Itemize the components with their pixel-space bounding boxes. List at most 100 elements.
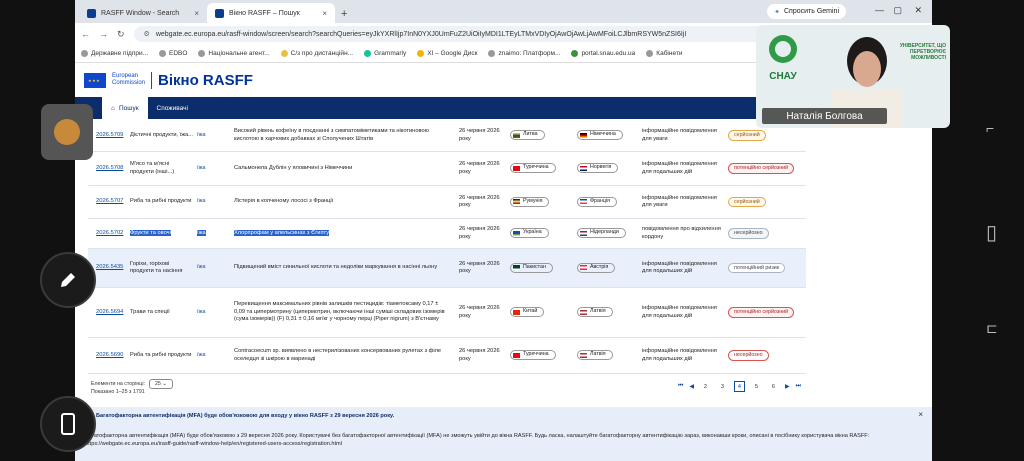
eu-flag-icon: [84, 72, 106, 88]
country-badge: Латвія: [577, 307, 613, 317]
country-name: Туреччина: [523, 164, 549, 171]
side-tool-icon[interactable]: ⊏: [986, 320, 1004, 338]
rotate-screen-button[interactable]: [40, 396, 96, 452]
reference-link[interactable]: 2026.5690: [88, 352, 125, 360]
table-row[interactable]: 2026.5707 Риба та рибні продукти їжа Лістер…: [88, 186, 806, 219]
page-link[interactable]: 5: [751, 381, 762, 392]
bookmark-item[interactable]: XI – Google Диск: [417, 50, 477, 57]
notifying-country: Китай: [510, 307, 577, 318]
product-type: їжа: [197, 198, 234, 206]
reload-icon[interactable]: ↻: [117, 29, 125, 40]
draw-button[interactable]: [40, 252, 96, 308]
country-badge: Румунія: [510, 196, 550, 207]
notification-date: 26 червня 2026 року: [459, 305, 500, 319]
table-row[interactable]: 2026.5702 Фрукти та овочі їжа Хлорпрофам у …: [88, 219, 806, 249]
flag-fr-icon: [580, 199, 587, 204]
page-link[interactable]: 3: [717, 381, 728, 392]
bookmark-item[interactable]: С/з про дистанційн...: [280, 50, 353, 57]
table-row[interactable]: 2026.5709 Дієтичні продукти, їжа... їжа Вис…: [88, 120, 806, 152]
bookmark-item[interactable]: EDBO: [159, 50, 187, 57]
country-name: Нідерланди: [590, 229, 619, 236]
country-badge: Литва: [510, 130, 545, 140]
close-icon[interactable]: ×: [918, 410, 923, 419]
url-text: webgate.ec.europa.eu/rasff-window/screen…: [155, 30, 687, 38]
country-name: Румунія: [523, 197, 543, 204]
page-link[interactable]: 6: [768, 381, 779, 392]
site-title[interactable]: Вікно RASFF: [151, 71, 253, 89]
side-tool-icon[interactable]: ▯: [986, 220, 1004, 244]
mfa-notice-title: i Багатофакторна автентифікація (MFA) бу…: [85, 412, 394, 419]
country-name: Пакистан: [523, 263, 546, 270]
per-page-select[interactable]: 25 ⌄: [148, 379, 173, 389]
product-category: Дієтичні продукти, їжа...: [125, 132, 197, 140]
country-name: Литва: [523, 131, 538, 138]
origin-country: Нідерланди: [577, 228, 642, 239]
reference-link[interactable]: 2026.5709: [88, 132, 125, 140]
product-category-text: Фрукти та овочі: [130, 229, 171, 236]
bookmark-icon: [571, 50, 579, 57]
presenter-name: Наталія Болгова: [762, 108, 887, 124]
bookmark-item[interactable]: portal.snau.edu.ua: [571, 50, 635, 57]
minimize-icon[interactable]: —: [875, 5, 884, 15]
bookmark-item[interactable]: Державне підпри...: [81, 50, 148, 57]
next-page-icon[interactable]: ▶: [785, 383, 790, 390]
country-badge: Нідерланди: [577, 228, 626, 238]
accessibility-button[interactable]: [41, 104, 93, 160]
bookmark-item[interactable]: znaimo: Платформ...: [488, 50, 560, 57]
reference-link[interactable]: 2026.5702: [88, 230, 125, 238]
flag-no-icon: [580, 165, 587, 171]
maximize-icon[interactable]: ▢: [893, 5, 902, 16]
origin-country: Норвегія: [577, 163, 642, 174]
eu-favicon-icon: [87, 8, 96, 18]
origin-country: Франція: [577, 196, 642, 208]
side-tool-icon[interactable]: ⌐: [986, 120, 1004, 138]
menu-search[interactable]: ⌂ Пошук: [102, 97, 148, 119]
bookmark-icon: [646, 50, 654, 57]
forward-icon[interactable]: →: [99, 29, 108, 39]
country-badge: Норвегія: [577, 163, 619, 173]
subject: Перевищення максимальних рівнів залишків…: [234, 301, 459, 324]
flag-de-icon: [580, 132, 587, 138]
page-link[interactable]: 2: [700, 381, 711, 392]
close-tab-icon[interactable]: ×: [322, 9, 327, 18]
page-link-current[interactable]: 4: [733, 381, 745, 392]
bookmark-item[interactable]: Grammarly: [364, 50, 406, 57]
menu-consumers[interactable]: Споживачі: [148, 97, 197, 119]
prev-page-icon[interactable]: ◀: [689, 383, 694, 390]
country-badge: Туреччина: [510, 163, 556, 173]
logo-text: СНАУ: [769, 71, 797, 82]
product-category: Горіхи, горіхові продукти та насіння: [125, 261, 197, 276]
table-row[interactable]: 2026.5435 Горіхи, горіхові продукти та на…: [88, 249, 806, 288]
reference-link[interactable]: 2026.5708: [88, 165, 125, 173]
subject-text: Високий рівень кофеїну в поєднанні з сим…: [234, 128, 429, 142]
university-banner-text: УНІВЕРСИТЕТ, ЩО ПЕРЕТВОРЮЄ МОЖЛИВОСТІ: [899, 43, 946, 61]
tab-rasff-search-en[interactable]: RASFF Window - Search ×: [79, 3, 207, 23]
bookmark-item[interactable]: Кабінети: [646, 50, 682, 57]
back-icon[interactable]: ←: [81, 29, 90, 39]
gemini-button[interactable]: ✦ Спросить Gemini: [767, 4, 846, 19]
new-tab-button[interactable]: +: [335, 8, 353, 23]
table-row[interactable]: 2026.5694 Трави та спеції їжа Перевищення м…: [88, 288, 806, 338]
reference-link[interactable]: 2026.5707: [88, 198, 125, 206]
close-window-icon[interactable]: ✕: [914, 5, 922, 16]
country-badge: Україна: [510, 228, 549, 238]
classification: інформаційне повідомлення для подальших …: [642, 260, 717, 275]
product-category: Риба та рибні продукти: [125, 352, 197, 360]
last-page-icon[interactable]: ⏭: [796, 383, 801, 390]
table-row[interactable]: 2026.5690 Риба та рибні продукти їжа Contra…: [88, 338, 806, 374]
country-name: Норвегія: [590, 164, 612, 171]
shown-count: Показано 1–25 з 1791: [91, 389, 145, 395]
table-row[interactable]: 2026.5708 М'ясо та м'ясні продукти (інші.…: [88, 152, 806, 186]
site-info-icon[interactable]: ⚙: [144, 30, 150, 38]
origin-country: Австрія: [577, 262, 642, 274]
tab-rasff-search-ua[interactable]: Вікно RASFF – Пошук ×: [207, 3, 335, 23]
notifying-country: Пакистан: [510, 262, 577, 274]
first-page-icon[interactable]: ⏮: [678, 383, 683, 390]
university-logo-icon: СНАУ: [769, 35, 798, 82]
close-tab-icon[interactable]: ×: [194, 9, 199, 18]
reference-link[interactable]: 2026.5694: [88, 309, 125, 317]
flag-ua-icon: [513, 230, 520, 236]
origin-country: Латвія: [577, 350, 642, 361]
product-category-text: Дієтичні продукти, їжа...: [130, 131, 193, 138]
bookmark-item[interactable]: Національне агент...: [198, 50, 270, 57]
